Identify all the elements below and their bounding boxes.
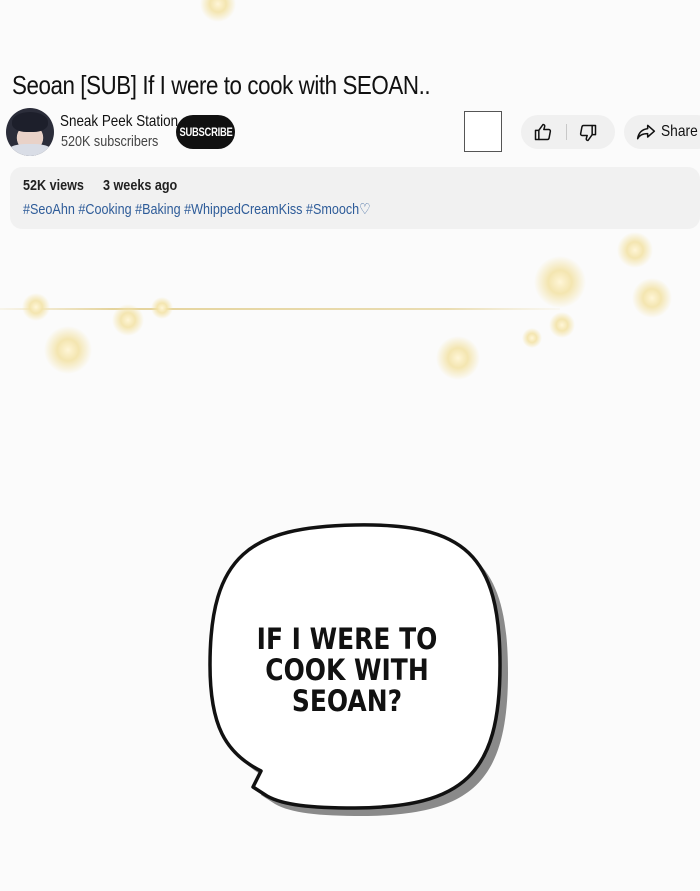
glow-line: [0, 308, 560, 310]
checkbox[interactable]: [464, 111, 502, 152]
pill-divider: [566, 124, 567, 140]
speech-bubble-text: IF I WERE TO COOK WITH SEOAN?: [248, 624, 446, 717]
bubble-line-3: SEOAN?: [291, 684, 403, 718]
like-dislike-group: [521, 115, 615, 149]
subscribe-button[interactable]: SUBSCRIBE: [176, 115, 235, 149]
avatar-shirt: [8, 144, 52, 156]
channel-name[interactable]: Sneak Peek Station: [60, 113, 178, 131]
avatar-hair: [12, 112, 48, 132]
bubble-line-1: IF I WERE TO: [256, 622, 438, 656]
share-label: Share: [661, 123, 698, 140]
upload-date: 3 weeks ago: [103, 177, 178, 194]
channel-avatar[interactable]: [6, 108, 54, 156]
subscribe-label: SUBSCRIBE: [178, 125, 233, 139]
like-icon[interactable]: [533, 122, 553, 142]
hashtags[interactable]: #SeoAhn #Cooking #Baking #WhippedCreamKi…: [23, 200, 370, 218]
share-icon: [636, 124, 656, 140]
dislike-icon[interactable]: [578, 123, 598, 143]
share-button[interactable]: Share: [624, 115, 700, 149]
bubble-line-2: COOK WITH: [265, 653, 429, 687]
view-count: 52K views: [23, 177, 84, 194]
video-title: Seoan [SUB] If I were to cook with SEOAN…: [12, 70, 431, 100]
description-box[interactable]: 52K views 3 weeks ago #SeoAhn #Cooking #…: [10, 167, 700, 229]
subscriber-count: 520K subscribers: [61, 133, 159, 150]
